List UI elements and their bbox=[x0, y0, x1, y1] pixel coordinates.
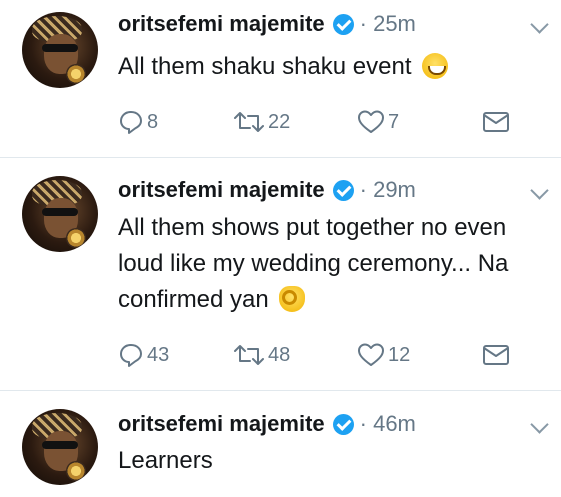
avatar[interactable] bbox=[22, 12, 98, 88]
envelope-icon bbox=[483, 345, 509, 365]
tweet-text-body: All them shaku shaku event bbox=[118, 53, 412, 80]
tweet-header: oritsefemi majemite · 29m bbox=[118, 174, 416, 206]
tweet-actions: 8 22 7 bbox=[118, 107, 513, 137]
timestamp[interactable]: · 25m bbox=[360, 11, 416, 37]
author-name[interactable]: oritsefemi majemite bbox=[118, 177, 325, 203]
tweet[interactable]: oritsefemi majemite · 46m Learners bbox=[0, 391, 561, 497]
like-button[interactable]: 12 bbox=[357, 340, 410, 370]
author-name[interactable]: oritsefemi majemite bbox=[118, 411, 325, 437]
tweet-text-body: Learners bbox=[118, 447, 213, 474]
retweet-icon bbox=[234, 345, 264, 365]
avatar-pendant bbox=[66, 228, 86, 248]
author-name[interactable]: oritsefemi majemite bbox=[118, 11, 325, 37]
verified-badge-icon bbox=[332, 179, 354, 201]
avatar-glasses bbox=[42, 441, 78, 449]
timestamp[interactable]: · 46m bbox=[360, 411, 416, 437]
direct-message-button[interactable] bbox=[482, 107, 510, 137]
direct-message-button[interactable] bbox=[482, 340, 510, 370]
verified-badge-icon bbox=[332, 413, 354, 435]
avatar-pendant bbox=[66, 461, 86, 481]
timestamp[interactable]: · 29m bbox=[360, 177, 416, 203]
tweet[interactable]: oritsefemi majemite · 25m All them shaku… bbox=[0, 0, 561, 157]
reply-icon bbox=[120, 111, 142, 134]
tweet-actions: 43 48 12 bbox=[118, 340, 513, 370]
avatar-glasses bbox=[42, 208, 78, 216]
tweet-text: All them shows put together no even loud… bbox=[118, 210, 518, 318]
avatar-glasses bbox=[42, 44, 78, 52]
tweet-text: Learners bbox=[118, 443, 528, 479]
chevron-down-icon[interactable] bbox=[530, 181, 549, 200]
tweet-text: All them shaku shaku event bbox=[118, 49, 528, 85]
reply-count: 8 bbox=[147, 110, 159, 133]
retweet-button[interactable]: 48 bbox=[233, 340, 290, 370]
grinning-face-emoji-icon bbox=[422, 53, 449, 79]
chevron-down-icon[interactable] bbox=[530, 15, 549, 34]
reply-count: 43 bbox=[147, 343, 170, 366]
reply-icon bbox=[120, 344, 142, 367]
like-button[interactable]: 7 bbox=[357, 107, 399, 137]
avatar[interactable] bbox=[22, 176, 98, 252]
envelope-icon bbox=[483, 112, 509, 132]
ok-hand-emoji-icon bbox=[279, 286, 306, 312]
like-count: 7 bbox=[388, 110, 400, 133]
heart-icon bbox=[358, 110, 384, 133]
reply-button[interactable]: 8 bbox=[118, 107, 158, 137]
retweet-count: 48 bbox=[268, 343, 291, 366]
retweet-icon bbox=[234, 112, 264, 132]
tweet[interactable]: oritsefemi majemite · 29m All them shows… bbox=[0, 158, 561, 390]
avatar[interactable] bbox=[22, 409, 98, 485]
tweet-feed: oritsefemi majemite · 25m All them shaku… bbox=[0, 0, 561, 497]
chevron-down-icon[interactable] bbox=[530, 415, 549, 434]
tweet-header: oritsefemi majemite · 46m bbox=[118, 408, 416, 440]
tweet-text-body: All them shows put together no even loud… bbox=[118, 214, 509, 313]
like-count: 12 bbox=[388, 343, 411, 366]
heart-icon bbox=[358, 343, 384, 366]
tweet-header: oritsefemi majemite · 25m bbox=[118, 8, 416, 40]
retweet-button[interactable]: 22 bbox=[233, 107, 290, 137]
reply-button[interactable]: 43 bbox=[118, 340, 169, 370]
retweet-count: 22 bbox=[268, 110, 291, 133]
avatar-pendant bbox=[66, 64, 86, 84]
verified-badge-icon bbox=[332, 13, 354, 35]
